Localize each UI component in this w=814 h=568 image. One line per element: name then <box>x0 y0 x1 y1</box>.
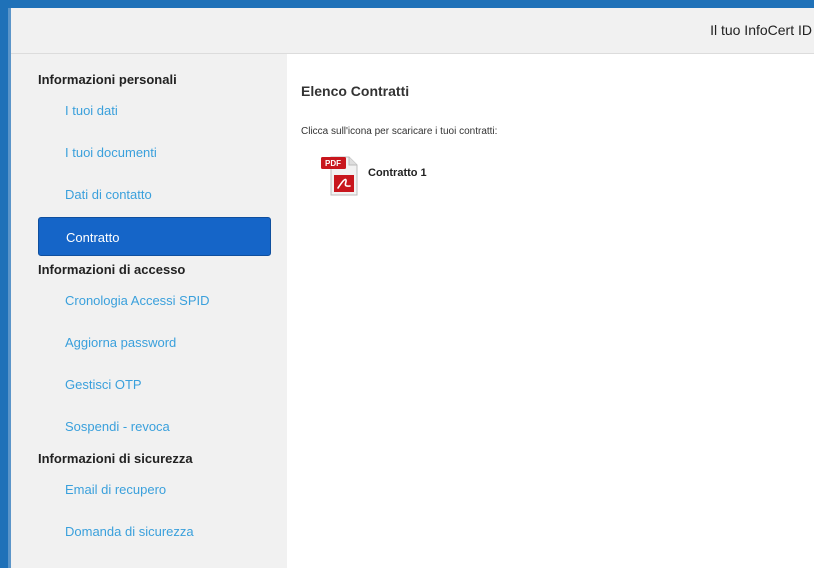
top-bar: Il tuo InfoCert ID <box>11 8 814 54</box>
instruction-text: Clicca sull'icona per scaricare i tuoi c… <box>301 126 498 137</box>
page-title: Elenco Contratti <box>301 83 410 99</box>
sidebar-item-spid-access-history[interactable]: Cronologia Accessi SPID <box>38 281 271 320</box>
sidebar-item-your-documents[interactable]: I tuoi documenti <box>38 133 271 172</box>
contract-download-link[interactable]: PDF Contratto 1 <box>321 153 461 197</box>
sidebar-item-manage-otp[interactable]: Gestisci OTP <box>38 365 271 404</box>
section-title-personal-info: Informazioni personali <box>38 72 177 87</box>
section-title-access-info: Informazioni di accesso <box>38 262 186 277</box>
sidebar-item-security-question[interactable]: Domanda di sicurezza <box>38 512 271 551</box>
sidebar-item-contract[interactable]: Contratto <box>38 217 271 256</box>
pdf-file-icon[interactable]: PDF <box>321 153 361 197</box>
sidebar-item-recovery-email[interactable]: Email di recupero <box>38 470 271 509</box>
contract-label[interactable]: Contratto 1 <box>368 167 427 179</box>
app-window: Il tuo InfoCert ID Informazioni personal… <box>8 8 814 568</box>
pdf-badge-text: PDF <box>325 159 341 168</box>
app-title: Il tuo InfoCert ID <box>710 22 812 38</box>
main-content: Elenco Contratti Clicca sull'icona per s… <box>287 54 814 568</box>
sidebar-item-suspend-revoke[interactable]: Sospendi - revoca <box>38 407 271 446</box>
sidebar: Informazioni personali I tuoi dati I tuo… <box>11 54 287 568</box>
sidebar-item-your-data[interactable]: I tuoi dati <box>38 91 271 130</box>
sidebar-item-update-password[interactable]: Aggiorna password <box>38 323 271 362</box>
sidebar-item-contact-data[interactable]: Dati di contatto <box>38 175 271 214</box>
section-title-security-info: Informazioni di sicurezza <box>38 451 193 466</box>
